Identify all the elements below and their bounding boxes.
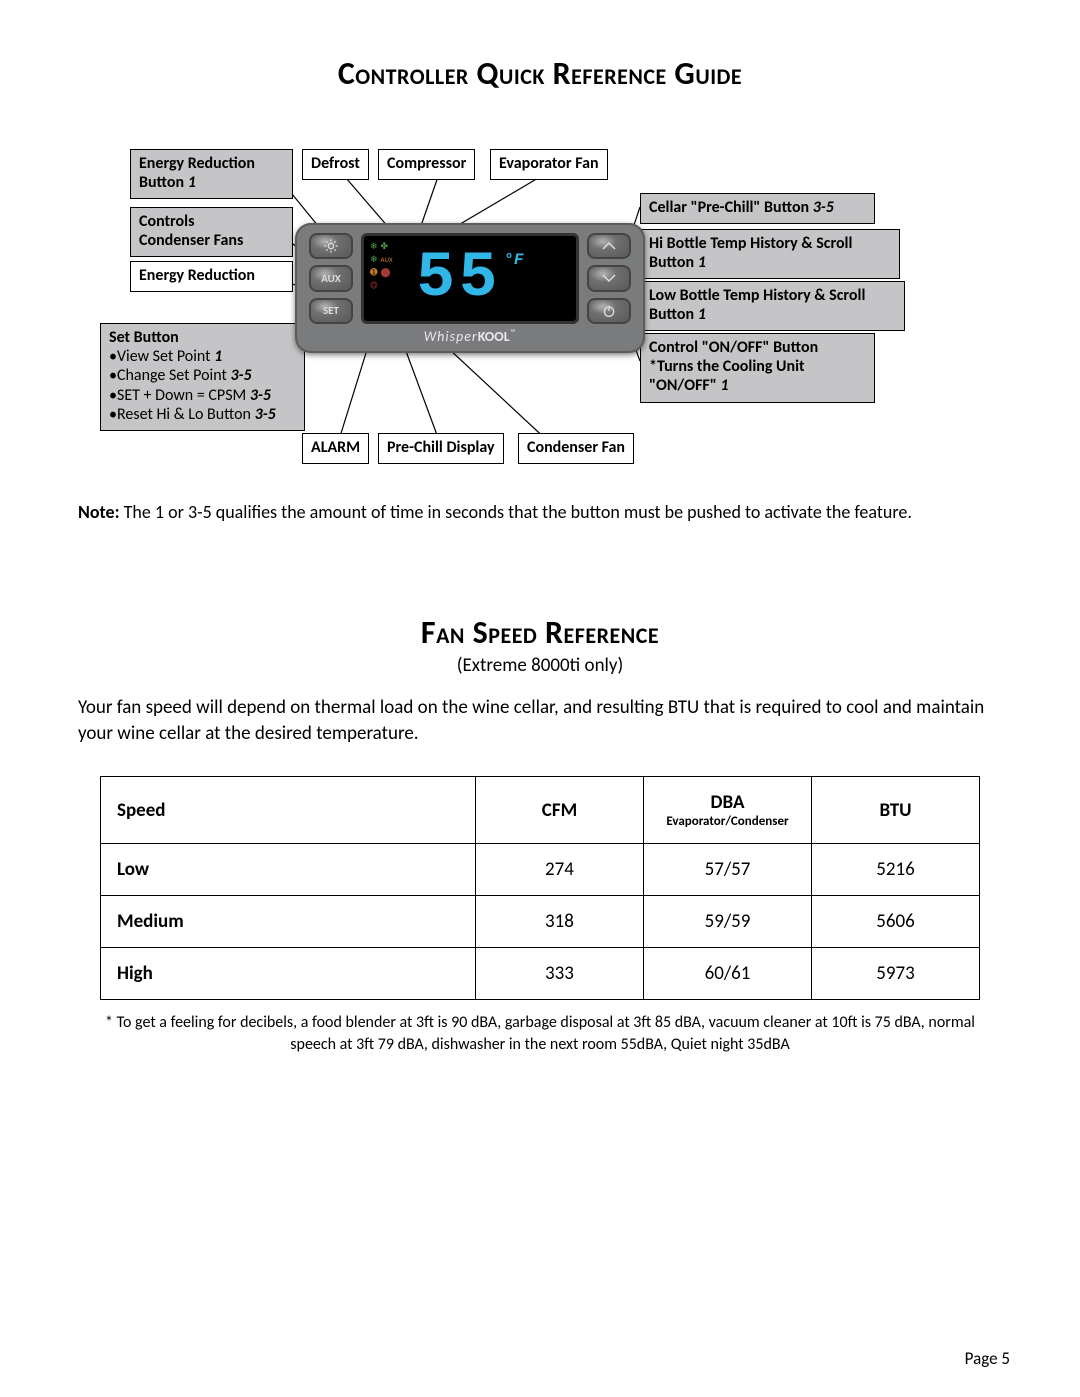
heading-controller-guide: Controller Quick Reference Guide — [70, 54, 1010, 93]
callout-hi-bottle: Hi Bottle Temp History & Scroll Button 1 — [640, 229, 900, 279]
sun-button[interactable] — [309, 233, 353, 259]
table-row: High 333 60/61 5973 — [101, 948, 980, 1000]
callout-alarm: ALARM — [302, 433, 369, 464]
callout-lo-bottle: Low Bottle Temp History & Scroll Button … — [640, 281, 905, 331]
callout-controls-condenser-fans: Controls Condenser Fans — [130, 207, 293, 257]
table-row: Low 274 57/57 5216 — [101, 844, 980, 896]
up-button[interactable] — [587, 233, 631, 259]
power-icon — [601, 303, 617, 319]
screen-indicator-icons: ❄✤ ❄AUX ➊⬤ ⏣ — [370, 242, 393, 290]
controller-device: AUX SET ❄✤ ❄AUX ➊⬤ ⏣ 55°F — [295, 223, 645, 353]
fan-speed-subtitle: (Extreme 8000ti only) — [70, 654, 1010, 677]
table-row: Medium 318 59/59 5606 — [101, 896, 980, 948]
aux-button[interactable]: AUX — [309, 265, 353, 291]
callout-energy-reduction-button: Energy Reduction Button 1 — [130, 149, 293, 199]
note-text: Note: The 1 or 3-5 qualifies the amount … — [78, 501, 1002, 523]
col-btu: BTU — [812, 777, 980, 844]
down-button[interactable] — [587, 265, 631, 291]
controller-diagram: Energy Reduction Button 1 Controls Conde… — [70, 143, 1010, 483]
fan-speed-paragraph: Your fan speed will depend on thermal lo… — [78, 695, 1002, 746]
chevron-down-icon — [600, 272, 618, 284]
callout-onoff: Control "ON/OFF" Button *Turns the Cooli… — [640, 333, 875, 403]
page-number: Page 5 — [965, 1348, 1010, 1369]
chevron-up-icon — [600, 240, 618, 252]
callout-prechill-display: Pre-Chill Display — [378, 433, 504, 464]
power-button[interactable] — [587, 298, 631, 324]
fan-speed-table: Speed CFM DBA Evaporator/Condenser BTU L… — [100, 776, 980, 1000]
callout-set-button: Set Button •View Set Point 1 •Change Set… — [100, 323, 305, 431]
callout-prechill-button: Cellar "Pre-Chill" Button 3-5 — [640, 193, 875, 224]
display-screen: ❄✤ ❄AUX ➊⬤ ⏣ 55°F — [361, 233, 579, 324]
callout-evaporator-fan: Evaporator Fan — [490, 149, 608, 180]
temperature-display: 55°F — [416, 243, 523, 315]
device-brand: WhisperKOOL™ — [309, 328, 631, 345]
callout-energy-reduction: Energy Reduction — [130, 261, 293, 292]
table-footnote: * To get a feeling for decibels, a food … — [100, 1012, 980, 1055]
callout-condenser-fan: Condenser Fan — [518, 433, 634, 464]
callout-defrost: Defrost — [302, 149, 369, 180]
col-speed: Speed — [101, 777, 476, 844]
table-header-row: Speed CFM DBA Evaporator/Condenser BTU — [101, 777, 980, 844]
heading-fan-speed: Fan Speed Reference — [70, 613, 1010, 652]
set-button[interactable]: SET — [309, 298, 353, 324]
col-dba: DBA Evaporator/Condenser — [644, 777, 812, 844]
col-cfm: CFM — [476, 777, 644, 844]
callout-compressor: Compressor — [378, 149, 475, 180]
sun-icon — [323, 238, 339, 254]
